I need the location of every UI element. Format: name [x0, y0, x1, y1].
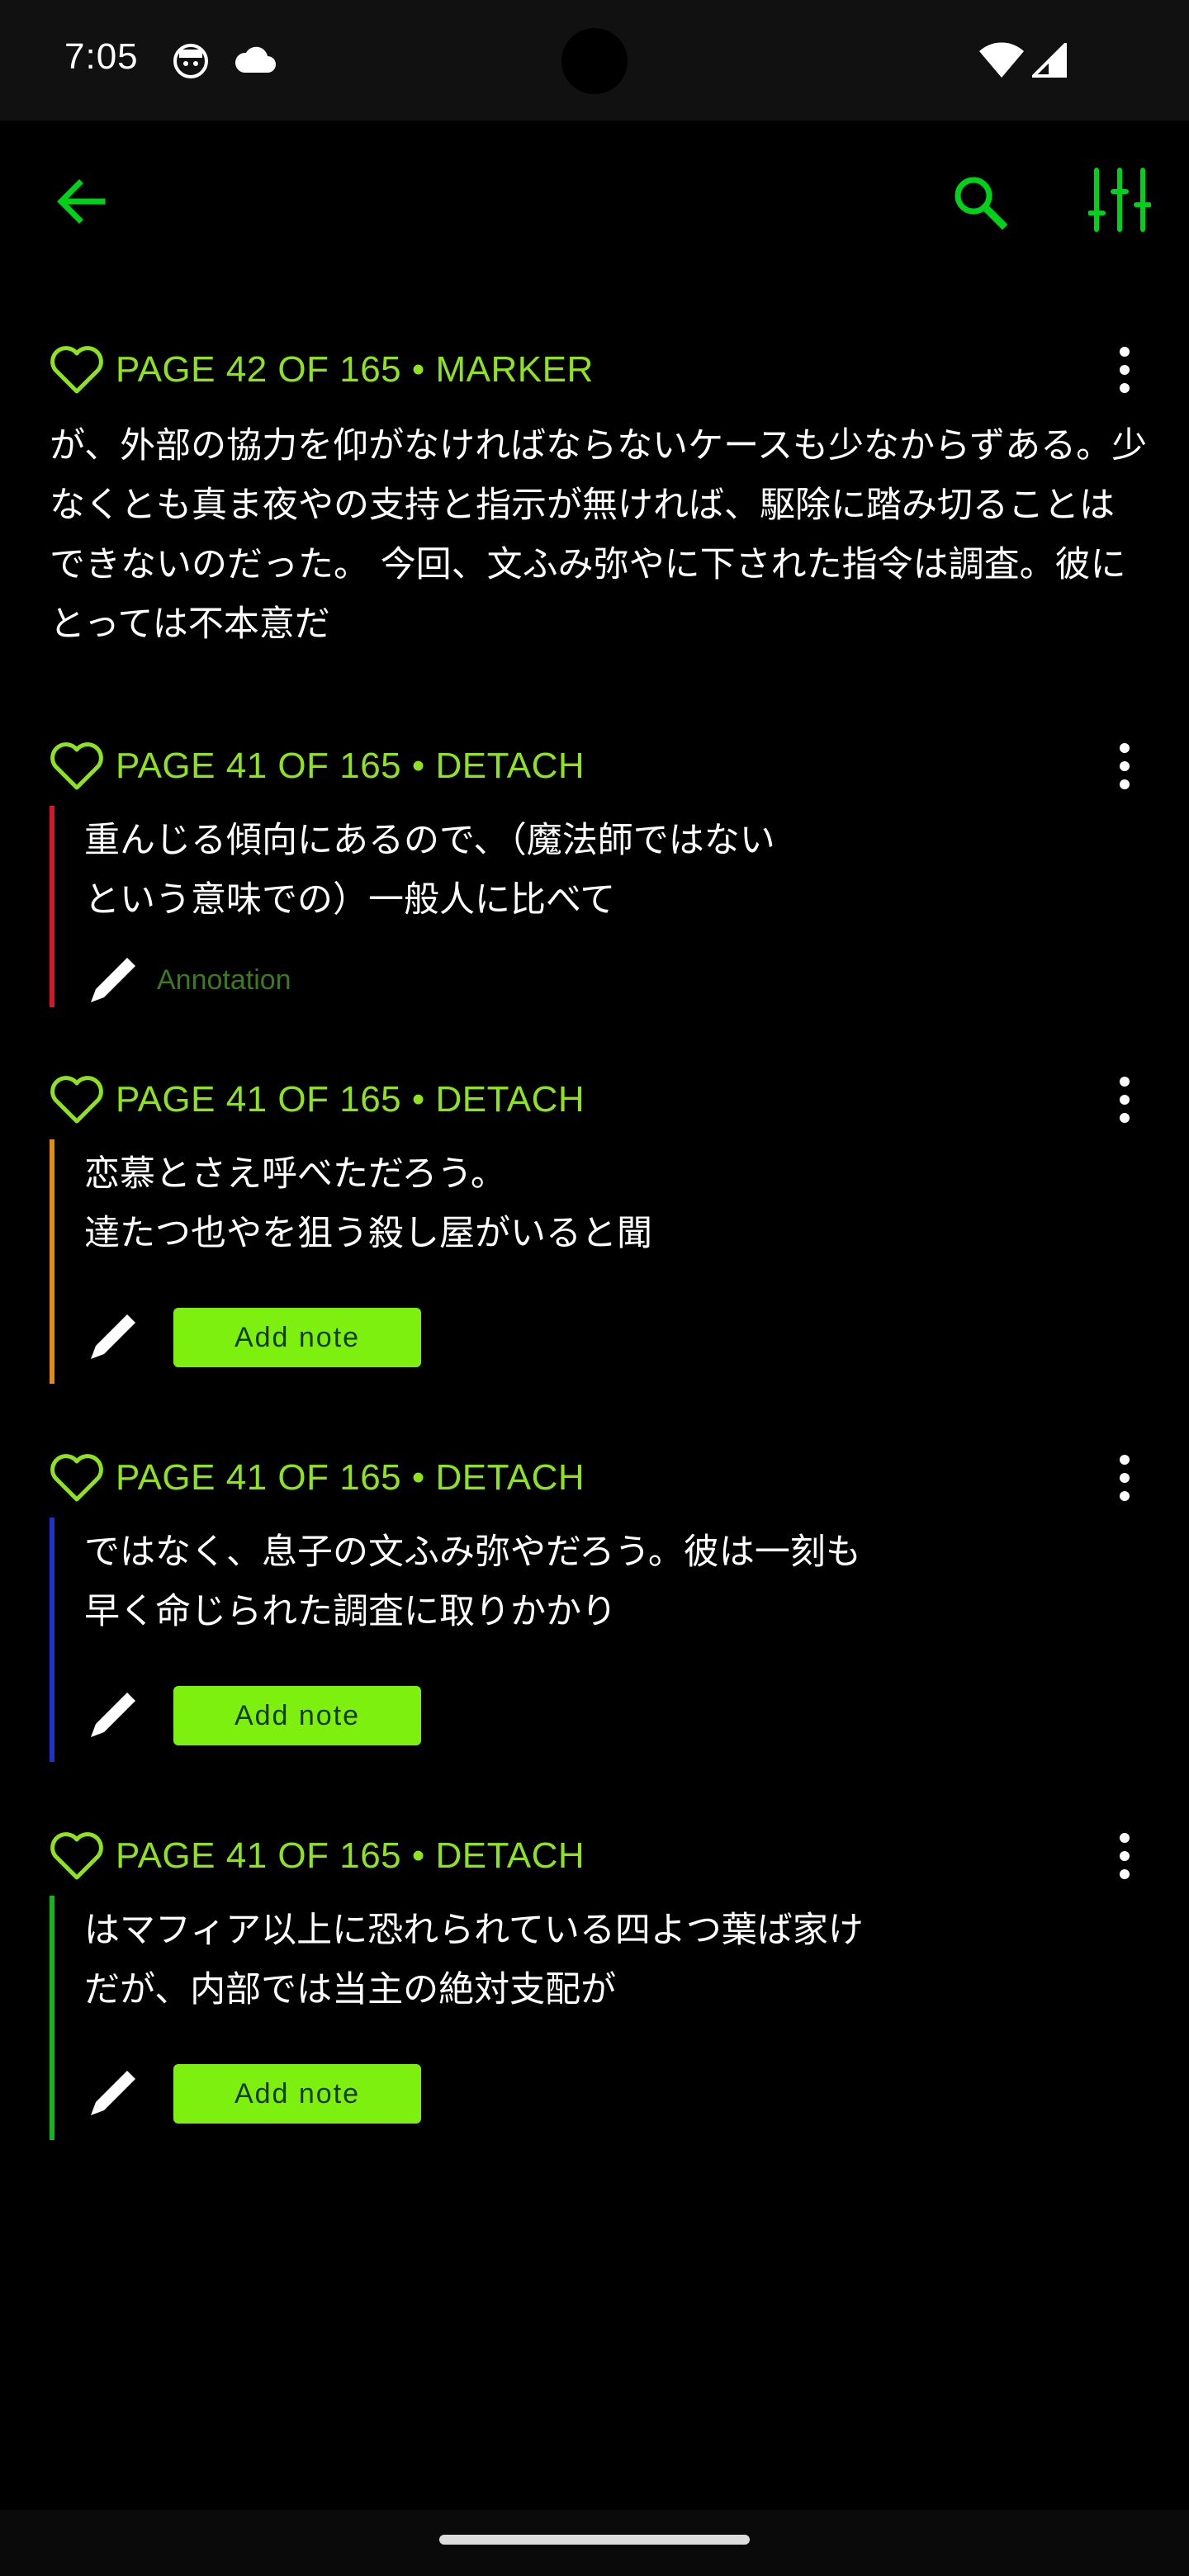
status-time: 7:05 [64, 36, 139, 77]
entry-text-line-2: という意味での）一般人に比べて [84, 879, 616, 921]
emoji-notification-icon [173, 44, 208, 78]
toolbar [0, 121, 1189, 286]
highlight-color-bar [50, 806, 54, 1007]
more-options-icon[interactable] [1115, 1075, 1135, 1125]
entry-text-line-2: 早く命じられた調査に取りかかり [84, 1591, 617, 1632]
heart-icon[interactable] [50, 1831, 104, 1881]
home-indicator[interactable] [439, 2535, 750, 2545]
signal-icon [1032, 43, 1067, 78]
entry-meta: PAGE 42 OF 165 • MARKER [116, 349, 594, 390]
heart-icon[interactable] [50, 741, 104, 791]
add-note-button[interactable]: Add note [173, 1686, 421, 1745]
highlight-color-bar [50, 1139, 54, 1384]
entry-meta: PAGE 41 OF 165 • DETACH [116, 1457, 585, 1498]
heart-icon[interactable] [50, 1075, 104, 1125]
arrow-left-icon[interactable] [54, 175, 107, 228]
entry-meta: PAGE 41 OF 165 • DETACH [116, 1835, 585, 1876]
entry-header: PAGE 42 OF 165 • MARKER [50, 340, 594, 400]
entry-header: PAGE 41 OF 165 • DETACH [50, 1448, 585, 1508]
sliders-icon[interactable] [1088, 167, 1151, 233]
more-options-icon[interactable] [1115, 1831, 1135, 1881]
entry-header: PAGE 41 OF 165 • DETACH [50, 1070, 585, 1129]
status-bar: 7:05 [0, 0, 1189, 121]
annotation-placeholder[interactable]: Annotation [157, 964, 291, 997]
search-icon[interactable] [951, 173, 1007, 230]
wifi-icon [979, 42, 1024, 78]
heart-icon[interactable] [50, 1453, 104, 1503]
heart-icon[interactable] [50, 345, 104, 395]
entry-text-line-1: 恋慕とさえ呼べただろう。 [84, 1153, 506, 1195]
more-options-icon[interactable] [1115, 1453, 1135, 1503]
pencil-icon[interactable] [86, 1309, 140, 1364]
highlight-color-bar [50, 1896, 54, 2140]
cloud-icon [234, 46, 276, 73]
entry-text-line-2: 達たつ也やを狙う殺し屋がいると聞 [84, 1213, 652, 1254]
pencil-icon[interactable] [86, 1688, 140, 1742]
entry-meta: PAGE 41 OF 165 • DETACH [116, 746, 585, 786]
entry-text: が、外部の協力を仰がなければならないケースも少なからずある。少なくとも真ま夜やの… [50, 425, 1148, 645]
add-note-button[interactable]: Add note [173, 1308, 421, 1367]
add-note-button[interactable]: Add note [173, 2064, 421, 2124]
entry-meta: PAGE 41 OF 165 • DETACH [116, 1079, 585, 1120]
highlight-color-bar [50, 1518, 54, 1762]
more-options-icon[interactable] [1115, 345, 1135, 395]
entry-text-line-1: はマフィア以上に恐れられている四よつ葉ば家け [84, 1910, 864, 1951]
more-options-icon[interactable] [1115, 741, 1135, 791]
entry-header: PAGE 41 OF 165 • DETACH [50, 1826, 585, 1886]
entry-text-line-1: 重んじる傾向にあるので、（魔法師ではない [84, 820, 775, 861]
pencil-icon[interactable] [86, 953, 140, 1007]
camera-cutout [561, 28, 628, 94]
entry-text-line-1: ではなく、息子の文ふみ弥やだろう。彼は一刻も [84, 1532, 861, 1573]
entry-header: PAGE 41 OF 165 • DETACH [50, 736, 585, 796]
pencil-icon[interactable] [86, 2066, 140, 2120]
entry-text-line-2: だが、内部では当主の絶対支配が [84, 1969, 617, 2010]
